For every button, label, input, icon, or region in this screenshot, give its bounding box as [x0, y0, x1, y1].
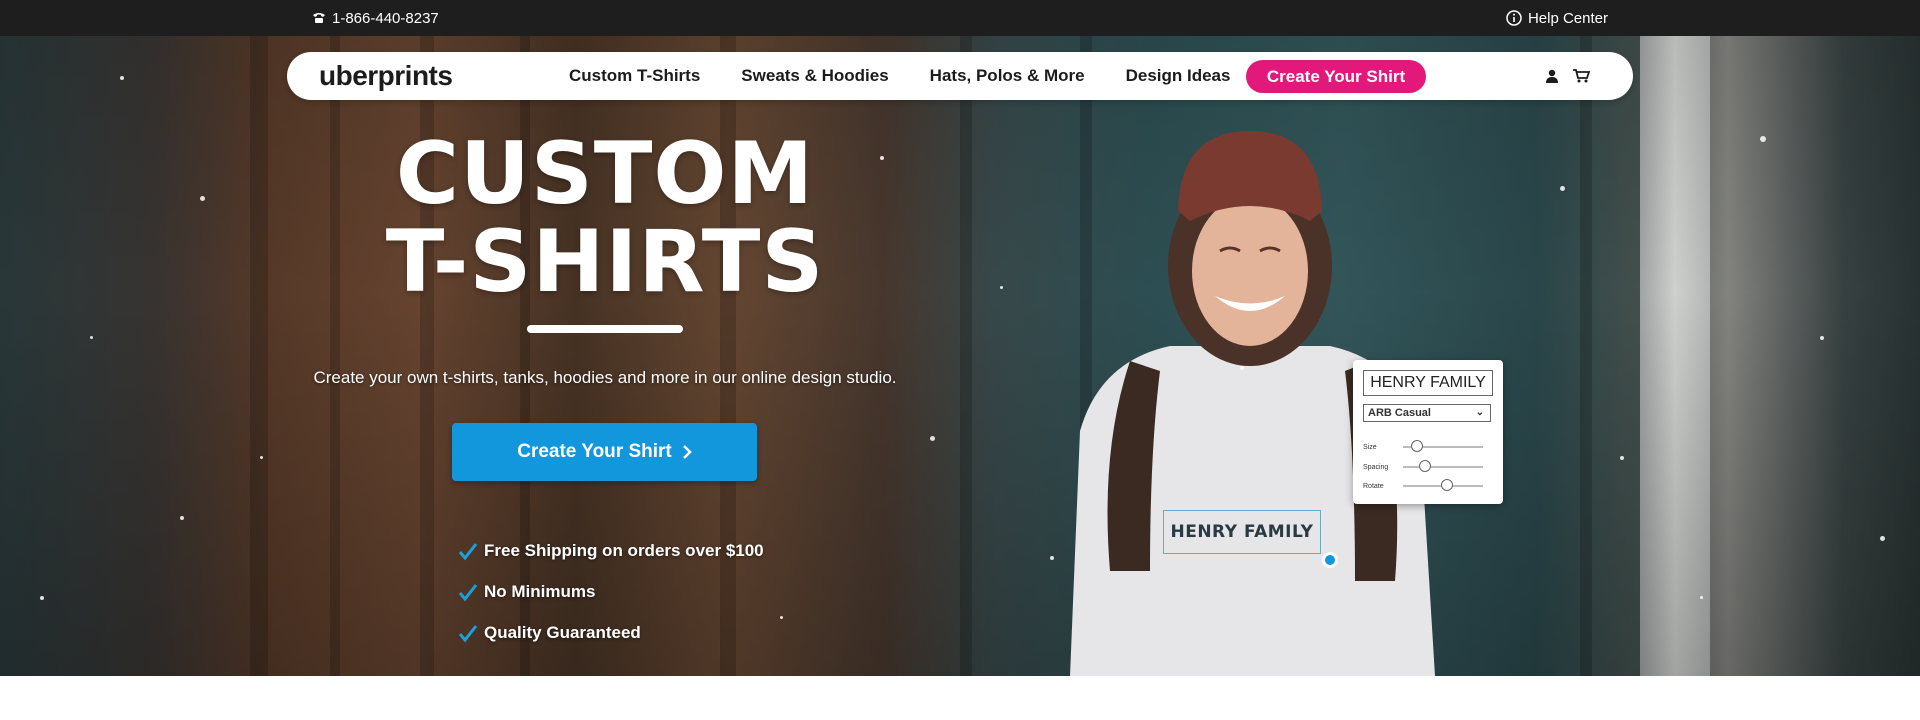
user-icon[interactable]	[1545, 69, 1559, 83]
feature-label: No Minimums	[484, 581, 596, 601]
slider-track	[1403, 440, 1483, 452]
spacing-slider: Spacing	[1363, 460, 1493, 474]
size-slider: Size	[1363, 440, 1493, 454]
chevron-down-icon: ⌄	[1475, 407, 1484, 418]
slider-knob	[1441, 479, 1453, 491]
spacing-slider-label: Spacing	[1363, 463, 1389, 471]
font-select: ARB Casual ⌄	[1363, 404, 1491, 422]
hero-section	[0, 36, 1920, 676]
hero-cta-label: Create Your Shirt	[517, 441, 672, 462]
nav-icons	[1545, 52, 1591, 100]
font-select-value: ARB Casual	[1368, 407, 1431, 419]
title-divider	[527, 325, 683, 333]
rotate-slider: Rotate	[1363, 479, 1493, 493]
chevron-right-icon	[682, 445, 692, 459]
slider-track	[1403, 460, 1483, 472]
shirt-print-text: HENRY FAMILY	[1163, 510, 1321, 554]
snowflake	[1880, 536, 1885, 541]
snowflake	[880, 156, 884, 160]
snowflake	[120, 76, 124, 80]
hero-title-line2: T-SHIRTS	[385, 212, 825, 312]
snowflake	[1240, 366, 1244, 370]
snowflake	[930, 436, 935, 441]
help-center-label[interactable]: Help Center	[1528, 10, 1608, 27]
hero-title-line1: CUSTOM	[395, 124, 815, 224]
phone-link[interactable]: 1-866-440-8237	[312, 0, 439, 36]
snowflake	[40, 596, 44, 600]
checkmark-icon	[458, 624, 478, 642]
hero-shade	[0, 36, 1920, 676]
rotate-slider-label: Rotate	[1363, 482, 1384, 490]
feature-list: Free Shipping on orders over $100 No Min…	[458, 530, 764, 653]
snowflake	[200, 196, 205, 201]
checkmark-icon	[458, 542, 478, 560]
snowflake	[1760, 136, 1766, 142]
nav-link-hats-polos[interactable]: Hats, Polos & More	[930, 66, 1085, 86]
feature-item: No Minimums	[458, 571, 764, 612]
top-bar: 1-866-440-8237 Help Center	[0, 0, 1920, 36]
snowflake	[780, 616, 783, 619]
nav-link-sweats-hoodies[interactable]: Sweats & Hoodies	[741, 66, 888, 86]
hero-create-shirt-button[interactable]: Create Your Shirt	[452, 423, 757, 481]
nav-link-custom-tshirts[interactable]: Custom T-Shirts	[569, 66, 700, 86]
nav-link-design-ideas[interactable]: Design Ideas	[1126, 66, 1231, 86]
snowflake	[1000, 286, 1003, 289]
feature-label: Quality Guaranteed	[484, 622, 641, 642]
slider-knob	[1419, 460, 1432, 472]
snowflake	[1700, 596, 1703, 599]
snowflake	[180, 516, 184, 520]
design-text-field: HENRY FAMILY	[1363, 370, 1493, 396]
phone-number[interactable]: 1-866-440-8237	[332, 10, 439, 27]
nav-links: Custom T-Shirts Sweats & Hoodies Hats, P…	[569, 52, 1230, 100]
info-icon	[1506, 10, 1522, 26]
checkmark-icon	[458, 583, 478, 601]
slider-track	[1403, 479, 1483, 491]
help-center-link[interactable]: Help Center	[1506, 0, 1608, 36]
phone-icon	[313, 13, 325, 23]
feature-label: Free Shipping on orders over $100	[484, 540, 764, 560]
uberprints-logo[interactable]: uberprints	[319, 60, 453, 92]
design-tool-panel: HENRY FAMILY ARB Casual ⌄ Size Spacing R…	[1353, 360, 1503, 504]
hero-title: CUSTOM T-SHIRTS	[340, 130, 870, 306]
snowflake	[1820, 336, 1824, 340]
hero-subtitle: Create your own t-shirts, tanks, hoodies…	[313, 368, 897, 387]
snowflake	[1050, 556, 1054, 560]
size-slider-label: Size	[1363, 443, 1377, 451]
snowflake	[1560, 186, 1565, 191]
feature-item: Quality Guaranteed	[458, 612, 764, 653]
slider-knob	[1411, 440, 1424, 452]
main-navbar: uberprints Custom T-Shirts Sweats & Hood…	[287, 52, 1633, 100]
resize-handle	[1322, 552, 1338, 568]
page-below-hero	[0, 676, 1920, 720]
snowflake	[1620, 456, 1624, 460]
feature-item: Free Shipping on orders over $100	[458, 530, 764, 571]
snowflake	[260, 456, 263, 459]
nav-create-shirt-button[interactable]: Create Your Shirt	[1246, 60, 1426, 93]
cart-icon[interactable]	[1573, 69, 1591, 83]
snowflake	[90, 336, 93, 339]
